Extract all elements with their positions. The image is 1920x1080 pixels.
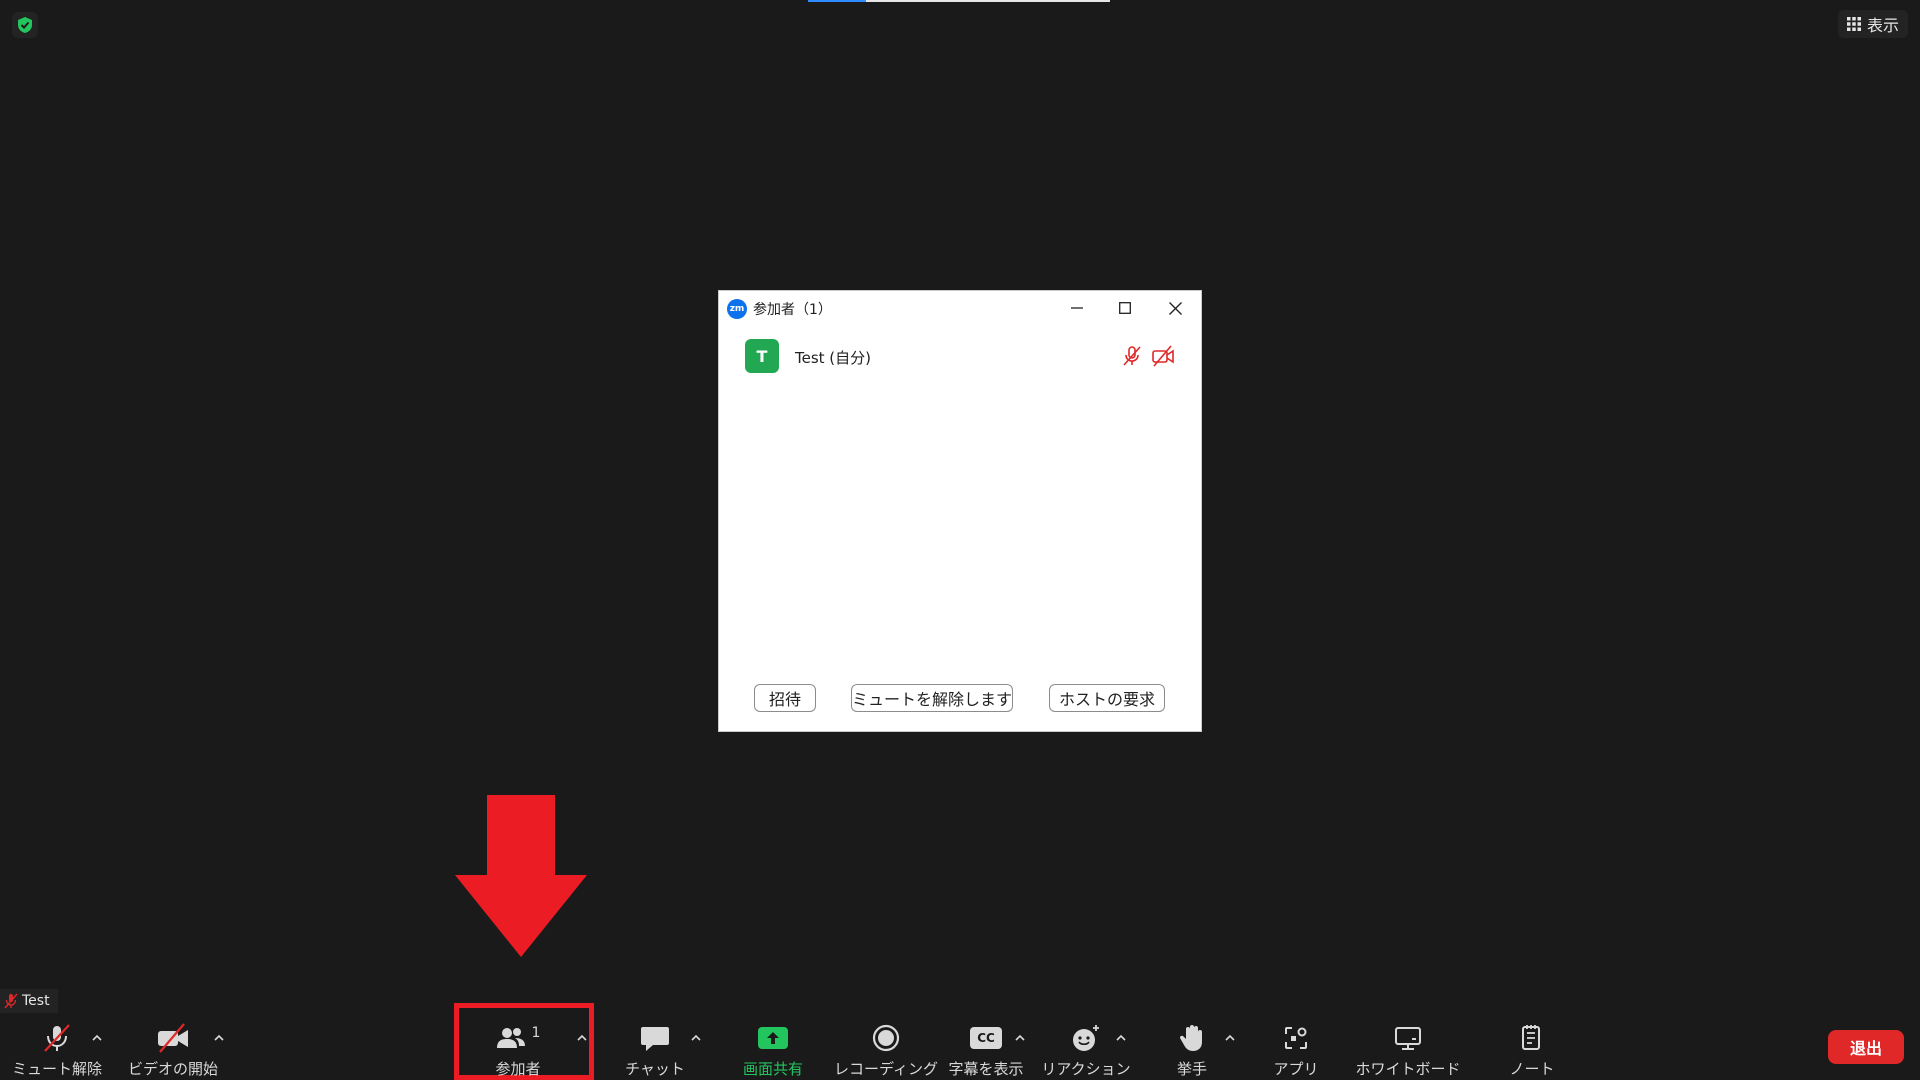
video-off-icon: [1152, 345, 1174, 367]
view-label: 表示: [1866, 16, 1899, 35]
reactions-button[interactable]: リアクション: [1041, 1020, 1131, 1080]
whiteboard-icon: [1395, 1027, 1421, 1050]
participants-dialog: zm 参加者（1） T Test (自分) 招待 ミュートを解除します ホストの…: [719, 291, 1201, 731]
chat-icon: [641, 1027, 669, 1051]
mic-muted-icon: [44, 1024, 70, 1052]
view-button[interactable]: 表示: [1837, 10, 1908, 38]
reaction-smiley-icon: [1073, 1025, 1099, 1051]
self-name: Test: [22, 993, 50, 1009]
mic-muted-icon: [4, 993, 18, 1009]
reactions-options-caret[interactable]: [1113, 1030, 1129, 1044]
record-icon: [872, 1024, 900, 1052]
share-screen-icon: [758, 1027, 788, 1049]
minimize-icon: [1071, 307, 1083, 309]
request-host-button[interactable]: ホストの要求: [1049, 684, 1165, 712]
share-screen-button[interactable]: 画面共有: [733, 1020, 813, 1080]
recording-label: レコーディング: [834, 1060, 938, 1078]
participants-options-caret[interactable]: [574, 1030, 590, 1044]
chat-button[interactable]: チャット: [620, 1020, 690, 1080]
participants-icon: [496, 1028, 525, 1048]
participants-label: 参加者: [495, 1060, 541, 1078]
raise-hand-button[interactable]: 挙手: [1162, 1020, 1222, 1080]
security-shield-icon[interactable]: [12, 12, 38, 38]
top-indicator-bar: [808, 0, 1110, 2]
share-screen-label: 画面共有: [742, 1060, 803, 1078]
reactions-label: リアクション: [1041, 1060, 1131, 1078]
notes-button[interactable]: ノート: [1502, 1020, 1562, 1080]
unmute-label: ミュート解除: [12, 1060, 103, 1078]
whiteboard-label: ホワイトボード: [1355, 1060, 1461, 1078]
raise-hand-label: 挙手: [1176, 1060, 1207, 1078]
dialog-titlebar: zm 参加者（1）: [727, 299, 832, 319]
chevron-up-icon: [1015, 1034, 1025, 1041]
chevron-up-icon: [691, 1034, 701, 1041]
minimize-button[interactable]: [1055, 295, 1099, 321]
chevron-up-icon: [214, 1034, 224, 1041]
apps-label: アプリ: [1273, 1060, 1319, 1078]
chevron-up-icon: [1116, 1034, 1126, 1041]
notes-icon: [1522, 1025, 1540, 1050]
raise-hand-icon: [1179, 1025, 1202, 1051]
chevron-up-icon: [577, 1034, 587, 1041]
exit-button[interactable]: 退出: [1828, 1030, 1904, 1064]
apps-icon: [1285, 1027, 1307, 1049]
captions-options-caret[interactable]: [1012, 1030, 1028, 1044]
apps-button[interactable]: アプリ: [1266, 1020, 1326, 1080]
chevron-up-icon: [1225, 1034, 1235, 1041]
annotation-arrow-icon: [455, 795, 587, 957]
dialog-title: 参加者（1）: [753, 302, 832, 318]
participants-button[interactable]: 1 参加者: [478, 1020, 558, 1080]
avatar: T: [745, 339, 779, 373]
grid-icon: [1846, 17, 1861, 31]
captions-button[interactable]: CC 字幕を表示: [946, 1020, 1026, 1080]
maximize-button[interactable]: [1103, 295, 1147, 321]
unmute-all-button[interactable]: ミュートを解除します: [851, 684, 1013, 712]
invite-button[interactable]: 招待: [754, 684, 816, 712]
cc-icon: CC: [970, 1027, 1002, 1049]
maximize-icon: [1119, 302, 1131, 314]
participant-row[interactable]: T Test (自分): [745, 339, 1185, 373]
participant-name: Test (自分): [795, 349, 872, 367]
self-name-tag: Test: [0, 989, 58, 1013]
start-video-button[interactable]: ビデオの開始: [128, 1020, 219, 1080]
close-icon: [1168, 301, 1182, 315]
recording-button[interactable]: レコーディング: [834, 1020, 938, 1080]
chat-label: チャット: [625, 1060, 685, 1078]
start-video-label: ビデオの開始: [128, 1060, 219, 1078]
raise-hand-options-caret[interactable]: [1222, 1030, 1238, 1044]
unmute-button[interactable]: ミュート解除: [12, 1020, 103, 1080]
audio-options-caret[interactable]: [89, 1030, 105, 1044]
captions-label: 字幕を表示: [948, 1060, 1024, 1078]
notes-label: ノート: [1509, 1060, 1555, 1078]
chevron-up-icon: [92, 1034, 102, 1041]
video-options-caret[interactable]: [211, 1030, 227, 1044]
chat-options-caret[interactable]: [688, 1030, 704, 1044]
whiteboard-button[interactable]: ホワイトボード: [1355, 1020, 1461, 1080]
participants-count: 1: [531, 1025, 541, 1041]
close-button[interactable]: [1153, 295, 1197, 321]
video-off-icon: [158, 1023, 188, 1053]
mic-muted-icon: [1123, 346, 1141, 366]
zoom-logo-icon: zm: [727, 299, 747, 319]
